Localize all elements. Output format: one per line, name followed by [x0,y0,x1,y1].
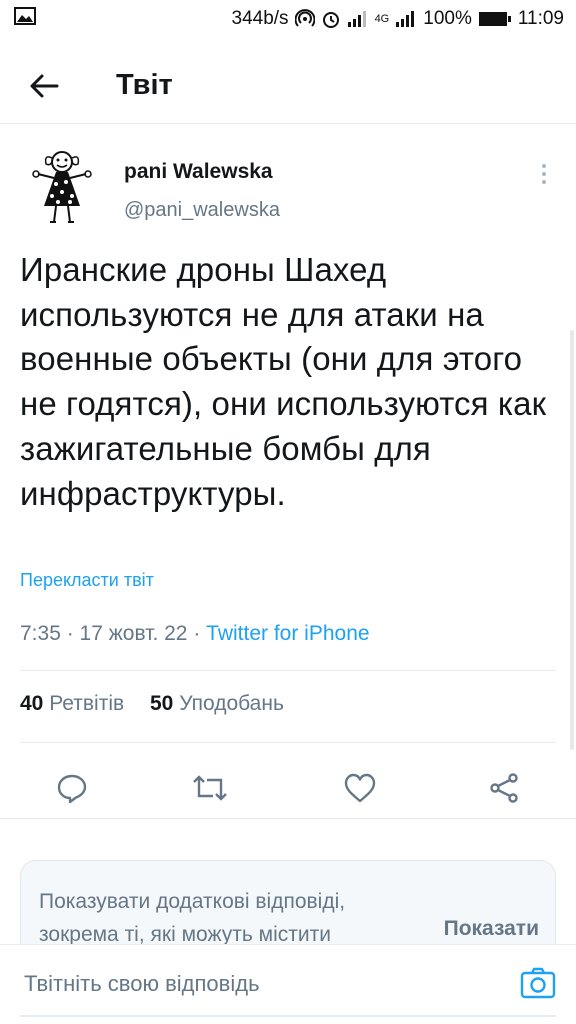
more-options-button[interactable] [534,160,554,188]
signal-icon-2 [395,10,417,28]
retweets-count: 40 [20,692,44,715]
battery-percent: 100% [423,8,472,29]
app-header: Твіт [0,48,576,124]
reply-button[interactable] [44,760,100,816]
more-replies-text: Показувати додаткові відповіді, зокрема … [39,890,346,946]
hotspot-icon [294,9,315,29]
likes-count: 50 [150,692,174,715]
share-icon [490,773,518,803]
avatar[interactable] [20,144,104,228]
share-button[interactable] [476,760,532,816]
retweets-label: Ретвітів [49,692,125,715]
like-button[interactable] [332,760,388,816]
translate-tweet-link[interactable]: Перекласти твіт [20,570,154,591]
author-handle[interactable]: @pani_walewska [124,199,280,222]
actions-row [0,760,576,816]
retweet-button[interactable] [182,760,238,816]
reply-icon [57,774,87,804]
show-more-replies-button[interactable]: Показати [444,917,539,941]
tweet-date: 17 жовт. 22 [79,622,188,645]
battery-icon [478,10,512,28]
divider [20,670,556,671]
meta-separator: · [193,622,207,645]
dot-icon [542,164,546,168]
camera-icon [520,967,556,999]
reply-composer: Твітніть свою відповідь [0,944,576,1024]
status-right: 344b/s 4G 100% 11:09 [232,8,564,30]
camera-button[interactable] [518,963,558,1003]
dot-icon [542,172,546,176]
likes-label: Уподобань [179,692,284,715]
like-icon [344,773,376,803]
page-title: Твіт [116,69,173,101]
status-left [14,7,232,31]
tweet: pani Walewska @pani_walewska Иранские др… [0,138,576,804]
tweet-time: 7:35 [20,622,61,645]
likes-stat[interactable]: 50 Уподобань [150,692,284,715]
net-speed: 344b/s [231,8,289,29]
tweet-text: Иранские дроны Шахед используются не для… [20,251,547,512]
author-name[interactable]: pani Walewska [124,160,273,184]
status-bar: 344b/s 4G 100% 11:09 [0,0,576,38]
arrow-left-icon [30,74,59,97]
clock: 11:09 [517,8,564,29]
alarm-icon [321,9,341,29]
section-divider [0,818,576,819]
reply-underline [20,1015,556,1017]
meta-separator: · [66,622,80,645]
back-button[interactable] [14,56,74,116]
divider [20,742,556,743]
tweet-source-link[interactable]: Twitter for iPhone [206,622,369,645]
reply-input[interactable]: Твітніть свою відповідь [24,971,260,997]
retweets-stat[interactable]: 40 Ретвітів [20,692,130,715]
signal-icon [347,10,369,28]
dot-icon [542,180,546,184]
scrollbar[interactable] [570,330,574,750]
stats-row: 40 Ретвітів 50 Уподобань [20,692,304,716]
network-type: 4G [374,13,390,25]
tweet-meta: 7:35 · 17 жовт. 22 · Twitter for iPhone [20,622,370,646]
retweet-icon [193,775,227,801]
author-row: pani Walewska @pani_walewska [0,138,576,238]
image-icon [14,7,36,31]
